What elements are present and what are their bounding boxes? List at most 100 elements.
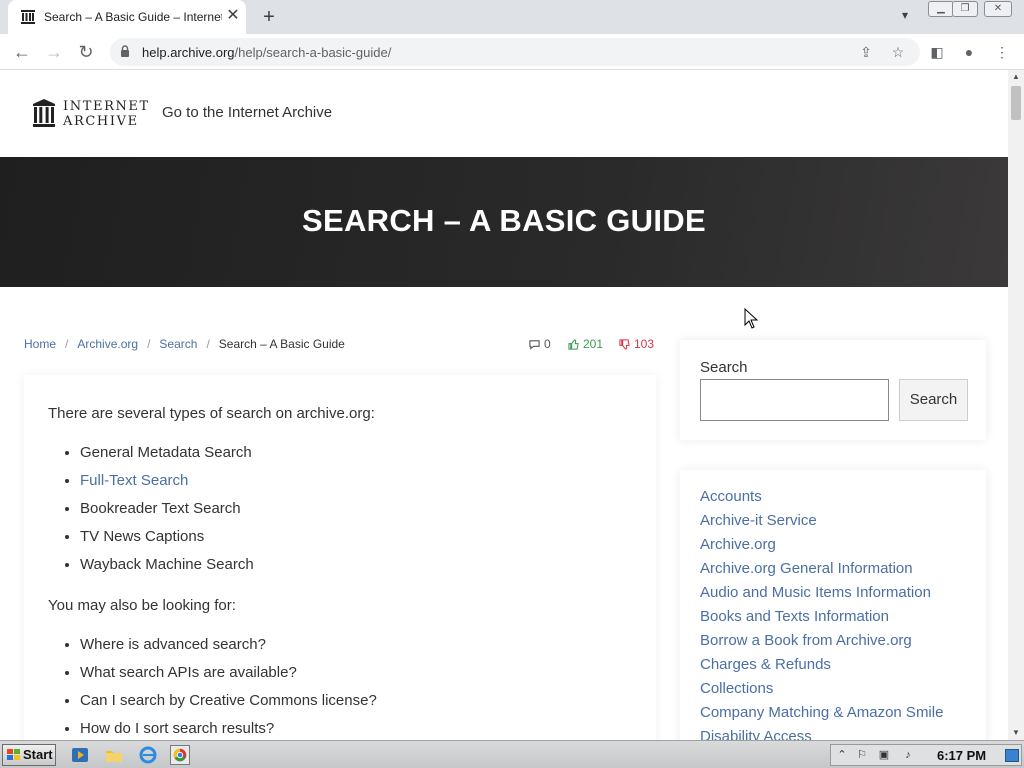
list-item: Bookreader Text Search — [80, 495, 254, 523]
category-link[interactable]: Archive.org General Information — [700, 560, 913, 577]
restore-window-button[interactable]: ❐ — [952, 1, 978, 17]
category-link[interactable]: Disability Access — [700, 728, 812, 740]
list-item: Can I search by Creative Commons license… — [80, 687, 377, 715]
list-item: TV News Captions — [80, 523, 254, 551]
also-looking-heading: You may also be looking for: — [48, 597, 236, 614]
comment-count[interactable]: 0 — [529, 337, 551, 351]
scroll-down-arrow-icon[interactable]: ▼ — [1008, 726, 1024, 740]
category-link[interactable]: Collections — [700, 680, 773, 697]
like-count-value: 201 — [583, 337, 604, 351]
article-intro: There are several types of search on arc… — [48, 405, 375, 422]
thumbs-up-icon — [568, 339, 579, 350]
minimize-window-button[interactable]: ▁ — [928, 1, 954, 17]
category-link[interactable]: Borrow a Book from Archive.org — [700, 632, 912, 649]
category-link[interactable]: Charges & Refunds — [700, 656, 831, 673]
category-item: Archive-it Service — [700, 509, 943, 533]
lock-icon — [121, 45, 129, 57]
category-item: Archive.org General Information — [700, 557, 943, 581]
system-tray: ⌃ ⚐ ▣ ♪ 6:17 PM — [830, 744, 1022, 766]
breadcrumb-search[interactable]: Search — [159, 337, 197, 351]
like-button[interactable]: 201 — [568, 337, 603, 351]
category-item: Charges & Refunds — [700, 653, 943, 677]
forward-arrow-icon[interactable]: → — [43, 41, 65, 63]
scrollbar-thumb[interactable] — [1011, 86, 1021, 120]
category-item: Collections — [700, 677, 943, 701]
page-hero-banner: SEARCH – A BASIC GUIDE — [0, 157, 1008, 287]
dislike-button[interactable]: 103 — [619, 337, 654, 351]
category-item: Books and Texts Information — [700, 605, 943, 629]
page-title: SEARCH – A BASIC GUIDE — [302, 203, 706, 238]
mouse-pointer-icon — [744, 308, 758, 329]
sidebar-search-widget: Search Search — [680, 340, 986, 440]
dislike-count-value: 103 — [634, 337, 655, 351]
reload-icon[interactable]: ↻ — [75, 41, 97, 63]
show-desktop-icon[interactable] — [1005, 749, 1019, 762]
category-item: Disability Access — [700, 725, 943, 740]
scroll-up-arrow-icon[interactable]: ▲ — [1008, 70, 1024, 84]
start-button[interactable]: Start — [2, 744, 56, 766]
sidebar-categories: Accounts Archive-it Service Archive.org … — [680, 470, 986, 740]
browser-toolbar: ← → ↻ help.archive.org/help/search-a-bas… — [0, 34, 1024, 70]
category-item: Audio and Music Items Information — [700, 581, 943, 605]
list-item: What search APIs are available? — [80, 659, 377, 687]
category-link[interactable]: Accounts — [700, 488, 762, 505]
internet-archive-logo[interactable]: INTERNET ARCHIVE — [32, 98, 148, 130]
category-link[interactable]: Archive-it Service — [700, 512, 817, 529]
share-icon[interactable]: ⇪ — [856, 42, 876, 62]
full-text-search-link[interactable]: Full-Text Search — [80, 472, 188, 489]
thumbs-down-icon — [619, 339, 630, 350]
comment-bubble-icon — [529, 340, 540, 350]
browser-tab[interactable]: Search – A Basic Guide – Internet Archiv… — [8, 0, 246, 34]
internet-explorer-icon[interactable] — [138, 745, 158, 765]
logo-line-2: ARCHIVE — [63, 114, 139, 129]
close-window-button[interactable]: ✕ — [984, 1, 1012, 17]
windows-logo-icon — [7, 749, 20, 760]
search-label: Search — [700, 359, 748, 376]
action-center-flag-icon[interactable]: ⚐ — [855, 748, 869, 762]
breadcrumb-archive-org[interactable]: Archive.org — [77, 337, 138, 351]
chrome-icon[interactable] — [170, 745, 190, 765]
volume-icon[interactable]: ♪ — [901, 748, 915, 762]
address-bar[interactable]: help.archive.org/help/search-a-basic-gui… — [110, 38, 920, 66]
url-host: help.archive.org — [142, 45, 235, 60]
category-item: Accounts — [700, 485, 943, 509]
side-panel-icon[interactable]: ◧ — [927, 42, 947, 62]
category-link[interactable]: Archive.org — [700, 536, 776, 553]
breadcrumb-separator: / — [147, 337, 151, 351]
page-scrollbar[interactable]: ▲ ▼ — [1008, 70, 1024, 740]
list-item: How do I sort search results? — [80, 715, 377, 740]
category-link[interactable]: Books and Texts Information — [700, 608, 889, 625]
archive-building-icon — [33, 99, 55, 127]
comment-count-value: 0 — [544, 337, 551, 351]
go-to-internet-archive-link[interactable]: Go to the Internet Archive — [162, 104, 332, 121]
browser-menu-icon[interactable]: ⋮ — [992, 42, 1012, 62]
tab-search-chevron-icon[interactable]: ▾ — [896, 8, 914, 26]
media-player-icon[interactable] — [70, 745, 90, 765]
breadcrumb-separator: / — [206, 337, 210, 351]
category-link[interactable]: Audio and Music Items Information — [700, 584, 931, 601]
profile-avatar-icon[interactable]: ● — [959, 42, 979, 62]
search-input[interactable] — [700, 379, 889, 421]
bookmark-star-icon[interactable]: ☆ — [888, 42, 908, 62]
breadcrumb: Home / Archive.org / Search / Search – A Basic… — [24, 337, 345, 351]
back-arrow-icon[interactable]: ← — [11, 41, 33, 63]
category-link[interactable]: Company Matching & Amazon Smile — [700, 704, 943, 721]
show-hidden-icons-icon[interactable]: ⌃ — [835, 748, 849, 762]
search-button[interactable]: Search — [899, 379, 968, 421]
search-types-list: General Metadata Search Full-Text Search… — [80, 439, 254, 579]
new-tab-plus-icon[interactable]: + — [258, 6, 280, 28]
breadcrumb-current: Search – A Basic Guide — [218, 337, 345, 351]
taskbar-clock[interactable]: 6:17 PM — [937, 748, 986, 763]
network-icon[interactable]: ▣ — [877, 748, 891, 762]
tab-close-icon[interactable]: ✕ — [224, 7, 242, 25]
also-looking-list: Where is advanced search? What search AP… — [80, 631, 377, 740]
category-item: Company Matching & Amazon Smile — [700, 701, 943, 725]
category-item: Borrow a Book from Archive.org — [700, 629, 943, 653]
breadcrumb-home[interactable]: Home — [24, 337, 56, 351]
page-viewport: INTERNET ARCHIVE Go to the Internet Arch… — [0, 70, 1008, 740]
tab-title: Search – A Basic Guide – Internet Archiv… — [44, 10, 222, 24]
logo-line-1: INTERNET — [63, 99, 150, 114]
browser-tab-strip: Search – A Basic Guide – Internet Archiv… — [0, 0, 1024, 34]
file-explorer-icon[interactable] — [104, 745, 124, 765]
site-header: INTERNET ARCHIVE Go to the Internet Arch… — [0, 70, 1008, 157]
